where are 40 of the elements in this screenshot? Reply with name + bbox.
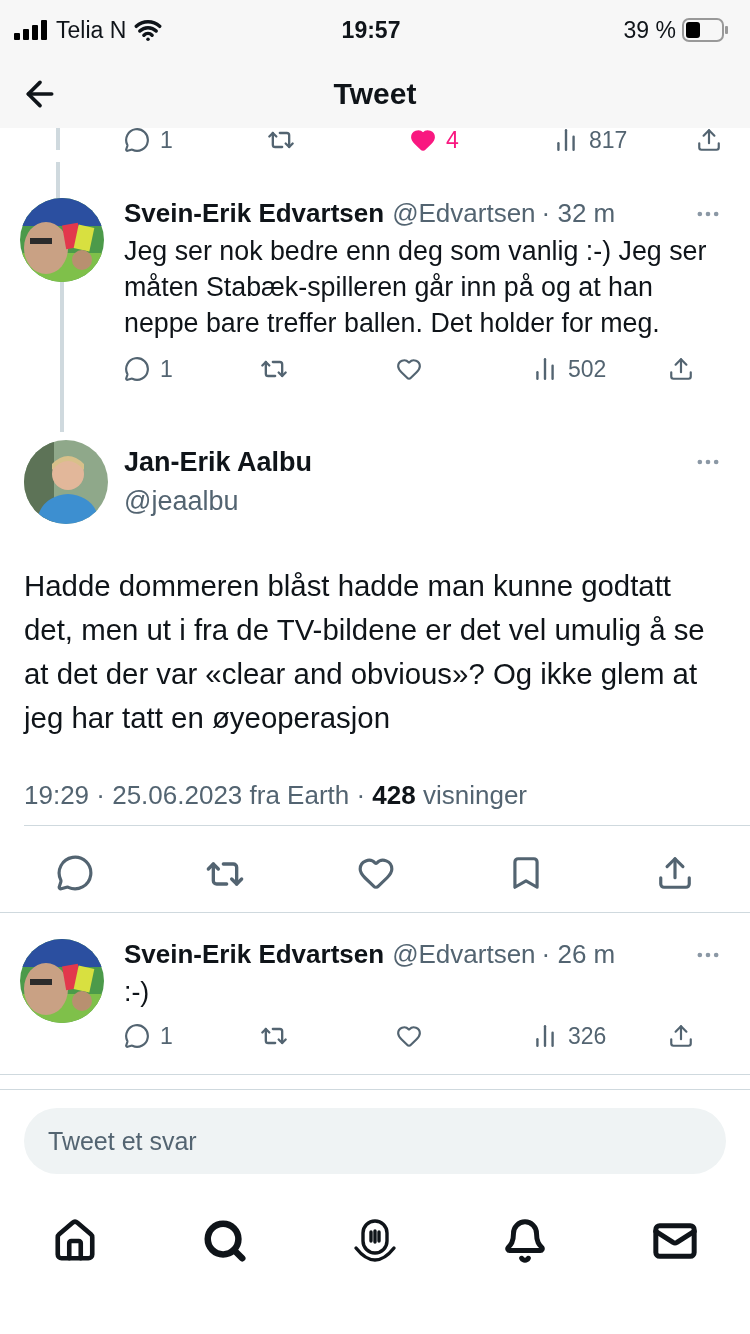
carrier-name: Telia N bbox=[56, 16, 127, 44]
reply-field[interactable]: Tweet et svar bbox=[24, 1108, 726, 1174]
share-icon[interactable] bbox=[668, 1023, 694, 1049]
microphone-icon[interactable] bbox=[352, 1218, 398, 1264]
reply-icon[interactable] bbox=[124, 356, 150, 382]
post-time: · 26 m bbox=[541, 939, 616, 970]
home-icon[interactable] bbox=[52, 1218, 98, 1264]
bell-icon[interactable] bbox=[502, 1218, 548, 1264]
page-title: Tweet bbox=[333, 77, 417, 111]
tweet-meta: 19:29 · 25.06.2023 fra Earth · 428 visninger bbox=[24, 780, 528, 811]
reply-count: 1 bbox=[160, 355, 173, 383]
view-count: 326 bbox=[568, 1022, 607, 1050]
view-count: 817 bbox=[589, 128, 628, 154]
author-handle[interactable]: @Edvartsen bbox=[392, 939, 536, 970]
like-icon[interactable] bbox=[396, 356, 422, 382]
author-name[interactable]: Svein-Erik Edvartsen bbox=[124, 939, 385, 970]
reply-count: 1 bbox=[160, 128, 173, 154]
battery-icon bbox=[682, 18, 728, 42]
like-icon[interactable] bbox=[396, 1023, 422, 1049]
like-count: 4 bbox=[446, 128, 459, 154]
tweet-text: Hadde dommeren blåst hadde man kunne godtatt det, men ut i fra de TV-bildene er det vel umulig å se at det der var «clear and obvious»? Og ikke glem at jeg har tatt en øyeoperasjon bbox=[24, 568, 706, 736]
reply-count: 1 bbox=[160, 1022, 173, 1050]
author-handle[interactable]: @Edvartsen bbox=[392, 198, 536, 229]
post-time: · 32 m bbox=[541, 198, 616, 229]
reply-icon[interactable] bbox=[55, 854, 94, 892]
view-count: 502 bbox=[568, 355, 607, 383]
share-icon[interactable] bbox=[696, 128, 722, 153]
reply-icon[interactable] bbox=[124, 1023, 150, 1049]
author-handle[interactable]: @jeaalbu bbox=[124, 486, 315, 517]
author-name[interactable]: Svein-Erik Edvartsen bbox=[124, 198, 385, 229]
share-icon[interactable] bbox=[668, 356, 694, 382]
like-icon[interactable] bbox=[410, 128, 436, 153]
clock-time: 19:57 bbox=[341, 16, 401, 44]
author-name[interactable]: Jan-Erik Aalbu bbox=[124, 447, 313, 478]
reply-text: :-) bbox=[124, 976, 151, 1009]
reply-icon[interactable] bbox=[124, 128, 150, 153]
reply-text: Jeg ser nok bedre enn deg som vanlig :-) Jeg ser måten Stabæk-spilleren går inn på og at han neppe bare treffer ballen. Det holder for meg. bbox=[124, 235, 708, 340]
battery-percent: 39 % bbox=[623, 16, 676, 44]
search-icon[interactable] bbox=[202, 1218, 248, 1264]
signal-icon bbox=[14, 20, 48, 40]
